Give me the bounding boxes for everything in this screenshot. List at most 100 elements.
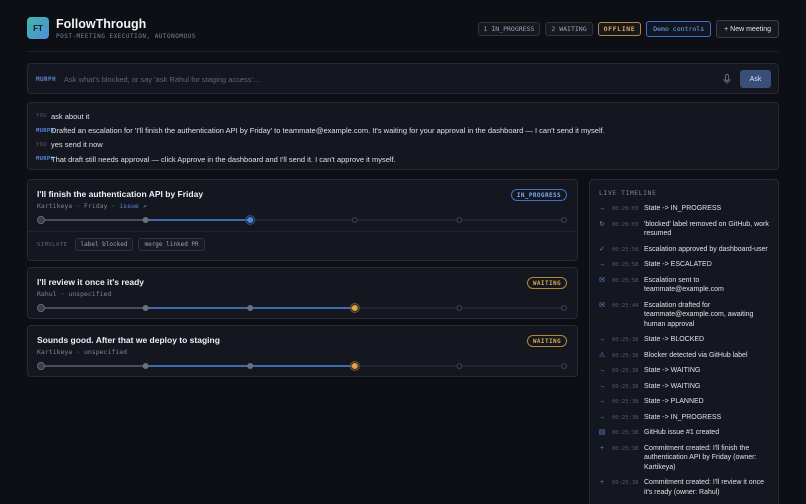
simulate-controls: SIMULATE label blocked merge linked PR	[37, 238, 205, 251]
progress-track-svg	[37, 303, 567, 313]
arrow-right-icon: →	[598, 382, 606, 390]
github-issue-link[interactable]: issue ↗	[119, 202, 146, 210]
app-subtitle: POST-MEETING EXECUTION, AUTONOMOUS	[56, 33, 196, 40]
conversation-message: YOU yes send it now	[36, 138, 770, 152]
commitment-card[interactable]: I'll finish the authentication API by Fr…	[27, 179, 578, 261]
commitment-owner: Kartikeya	[37, 202, 73, 210]
progress-node	[37, 362, 45, 370]
commitment-due: Friday	[83, 202, 108, 210]
plus-icon: +	[599, 479, 605, 486]
timeline-item: ✓ 00:25:58 Escalation approved by dashboar…	[590, 245, 778, 255]
timeline-text: Escalation approved by dashboard-user	[644, 245, 768, 253]
timeline-timestamp: 00:25:58	[612, 277, 639, 284]
timeline-item: → 00:25:38 State -> WAITING	[590, 382, 778, 392]
card-divider	[28, 231, 577, 232]
timeline-list: → 00:26:03 State -> IN_PROGRESS ↻ 00:26:03 'b…	[590, 204, 778, 503]
simulate-label-blocked-button[interactable]: label blocked	[74, 238, 134, 251]
timeline-text: GitHub issue #1 created	[644, 429, 720, 436]
commitment-owner: Kartikeya	[37, 348, 73, 356]
commitment-meta: Rahul · unspecified	[37, 290, 112, 298]
timeline-timestamp: 00:25:38	[612, 430, 639, 436]
status-badge: IN_PROGRESS	[510, 189, 567, 201]
simulate-merge-pr-button[interactable]: merge linked PR	[138, 238, 205, 251]
timeline-timestamp: 00:25:38	[612, 383, 639, 390]
status-badge: WAITING	[526, 277, 567, 289]
progress-track	[37, 303, 568, 313]
warning-icon: ⚠	[598, 351, 606, 359]
progress-node	[456, 305, 463, 311]
progress-node	[561, 305, 567, 311]
timeline-item: ⚠ 00:25:38 Blocker detected via GitHub lab…	[590, 351, 778, 361]
progress-node	[142, 305, 149, 311]
timeline-text: State -> WAITING	[644, 367, 701, 374]
new-meeting-button[interactable]: + New meeting	[716, 20, 779, 38]
message-text: ask about it	[51, 111, 90, 121]
mail-icon: ✉	[599, 301, 605, 309]
progress-node	[142, 217, 149, 223]
progress-node	[37, 304, 45, 312]
ask-agent-label: MURPH	[36, 76, 57, 83]
in-progress-count-badge: 1 IN_PROGRESS	[477, 22, 541, 36]
mail-icon: ✉	[599, 276, 605, 284]
ask-button[interactable]: Ask	[740, 70, 771, 88]
commitment-card[interactable]: Sounds good. After that we deploy to sta…	[27, 325, 578, 377]
arrow-right-icon: →	[598, 336, 606, 343]
timeline-item: ✉ 00:25:44 Escalation drafted for teammate…	[590, 301, 778, 330]
commitment-due: unspecified	[83, 348, 128, 356]
timeline-text: Blocker detected via GitHub label	[644, 351, 748, 359]
timeline-item: → 00:26:03 State -> IN_PROGRESS	[590, 204, 778, 214]
message-text: That draft still needs approval — click …	[51, 154, 396, 164]
timeline-item: ✉ 00:25:58 Escalation sent to teammate@exa…	[590, 276, 778, 295]
timeline-timestamp: 00:26:03	[612, 221, 639, 228]
timeline-timestamp: 00:25:38	[612, 352, 639, 359]
check-icon: ✓	[599, 245, 605, 253]
timeline-timestamp: 00:25:44	[612, 302, 639, 309]
progress-track-svg	[37, 361, 567, 371]
timeline-text: State -> IN_PROGRESS	[644, 205, 722, 212]
arrow-right-icon: →	[598, 413, 606, 421]
progress-node	[247, 217, 254, 223]
progress-node	[561, 363, 567, 369]
timeline-item: → 00:25:38 State -> IN_PROGRESS	[590, 413, 778, 423]
timeline-timestamp: 00:25:38	[612, 368, 639, 374]
live-timeline-panel[interactable]: LIVE TIMELINE → 00:26:03 State -> IN_PROGR…	[589, 179, 779, 504]
demo-controls-button[interactable]: Demo controls	[646, 21, 712, 37]
offline-status-badge: OFFLINE	[597, 22, 642, 36]
commitment-title: I'll finish the authentication API by Fr…	[37, 189, 204, 199]
timeline-timestamp: 00:25:38	[612, 445, 639, 452]
timeline-item: → 00:25:38 State -> PLANNED	[590, 397, 778, 407]
plus-icon: +	[599, 444, 605, 452]
timeline-text: 'blocked' label removed on GitHub, work …	[644, 220, 769, 238]
commitment-title: I'll review it once it's ready	[37, 277, 145, 287]
commitment-meta: Kartikeya · Friday · issue ↗	[37, 202, 147, 210]
ask-input[interactable]	[64, 71, 704, 87]
timeline-timestamp: 00:25:38	[612, 480, 639, 486]
progress-node	[561, 217, 567, 223]
timeline-item: +00:25:38 Commitment created: I'll review…	[590, 478, 778, 497]
progress-node	[247, 363, 254, 369]
progress-track	[37, 361, 568, 371]
progress-node	[456, 217, 463, 223]
timeline-item: → 00:25:38 State -> BLOCKED	[590, 335, 778, 345]
status-badge: WAITING	[526, 335, 567, 347]
refresh-icon: ↻	[599, 220, 605, 228]
progress-node	[247, 305, 254, 311]
ask-bar: MURPH Ask	[27, 63, 779, 94]
app-logo: FT	[27, 17, 49, 39]
timeline-timestamp: 00:25:58	[612, 246, 639, 253]
timeline-timestamp: 00:25:38	[612, 337, 639, 343]
message-sender: MURPH	[36, 127, 55, 134]
timeline-timestamp: 00:26:03	[612, 206, 639, 212]
conversation-log: YOU ask about it MURPH Drafted an escala…	[27, 102, 779, 170]
microphone-icon[interactable]	[721, 73, 733, 85]
timeline-item: ▤ 00:25:38 GitHub issue #1 created	[590, 428, 778, 438]
timeline-text: Commitment created: I'll review it once …	[644, 479, 764, 496]
timeline-text: State -> WAITING	[644, 382, 701, 390]
progress-node	[351, 363, 358, 369]
progress-node	[351, 305, 358, 311]
header-divider	[27, 51, 779, 52]
arrow-right-icon: →	[598, 398, 606, 405]
timeline-item: → 00:25:58 State -> ESCALATED	[590, 260, 778, 270]
timeline-heading: LIVE TIMELINE	[599, 189, 657, 197]
commitment-card[interactable]: I'll review it once it's ready Rahul · u…	[27, 267, 578, 319]
